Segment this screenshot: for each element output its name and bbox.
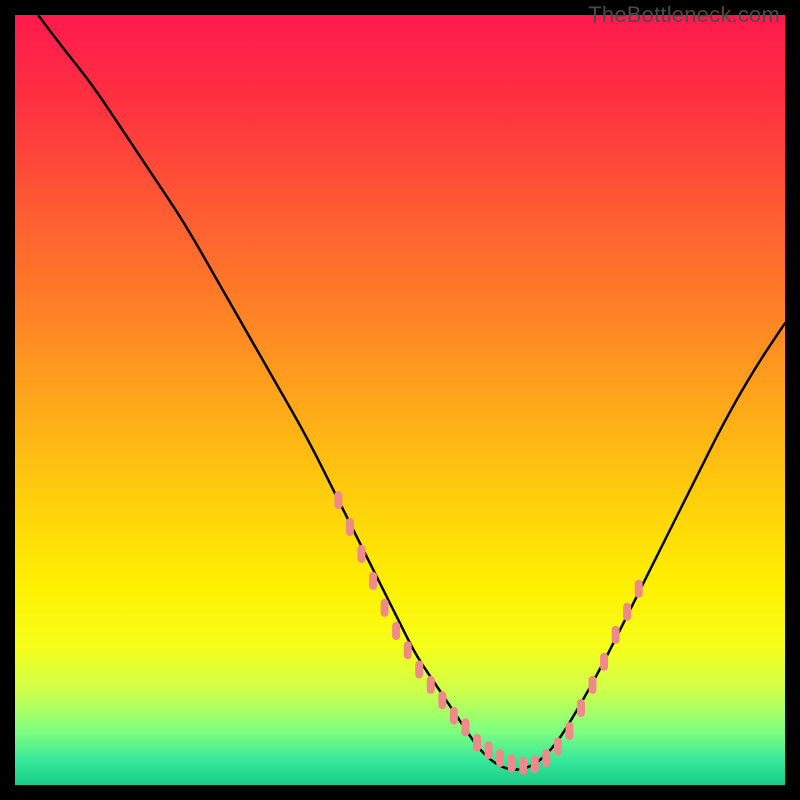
highlight-dot [438,691,446,709]
highlight-dot [531,755,539,773]
highlight-dot [392,622,400,640]
highlight-dot [415,661,423,679]
highlight-dot [369,572,377,590]
highlight-dot [612,626,620,644]
highlight-dot [565,722,573,740]
chart-svg [15,15,785,785]
highlight-dot [381,599,389,617]
highlight-dot [485,741,493,759]
highlight-dot [450,707,458,725]
highlight-dot [635,580,643,598]
highlight-dot [623,603,631,621]
highlight-dot [519,757,527,775]
highlight-dot [427,676,435,694]
highlight-dot [473,734,481,752]
highlight-dot [346,518,354,536]
highlight-dot [496,749,504,767]
highlight-dot [334,491,342,509]
highlight-dot [358,545,366,563]
highlight-dot [404,641,412,659]
highlight-dot [577,699,585,717]
highlight-dot [600,653,608,671]
gradient-rect [15,15,785,785]
highlight-dot [542,749,550,767]
chart-frame [15,15,785,785]
highlight-dot [589,676,597,694]
watermark-text: TheBottleneck.com [588,2,780,28]
highlight-dot [554,738,562,756]
highlight-dot [508,754,516,772]
highlight-dot [461,718,469,736]
